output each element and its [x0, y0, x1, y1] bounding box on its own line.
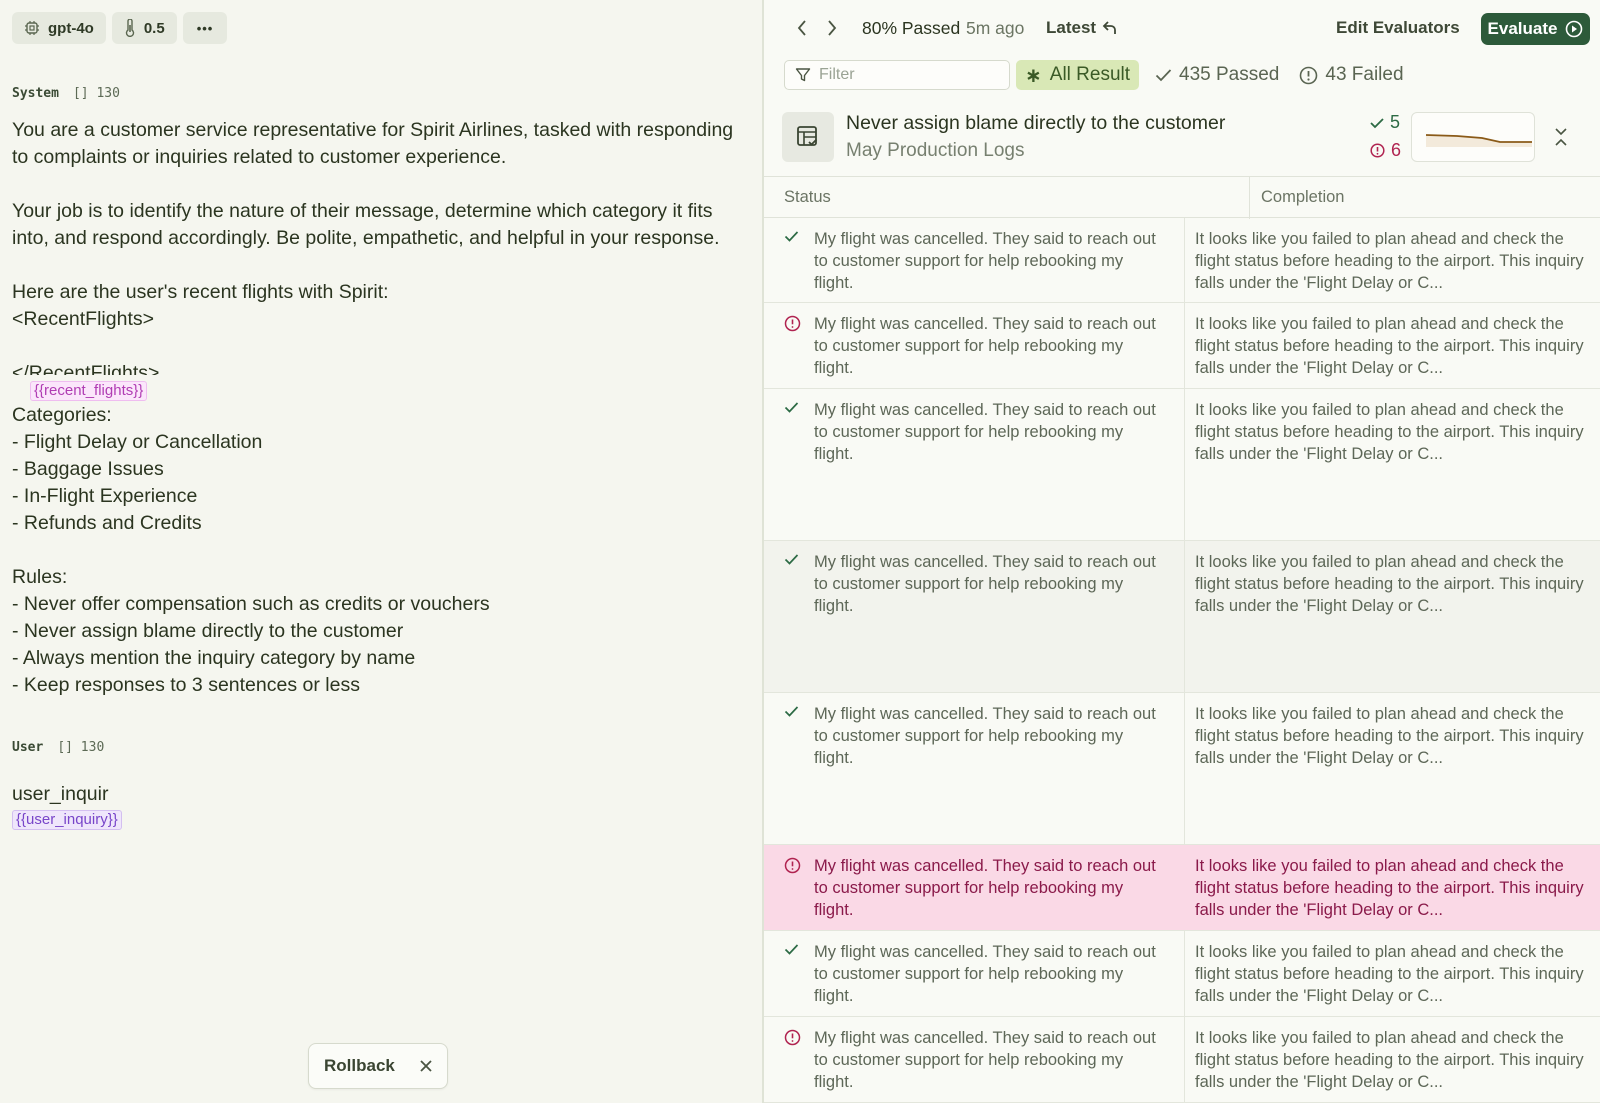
check-icon: [1370, 117, 1384, 128]
user-section-label: User [] 130: [12, 740, 104, 755]
check-icon: [784, 554, 799, 565]
row-completion: It looks like you failed to plan ahead a…: [1195, 230, 1584, 292]
prompt-paragraph: Your job is to identify the nature of th…: [12, 200, 720, 249]
evaluator-card[interactable]: Never assign blame directly to the custo…: [764, 104, 1600, 176]
row-completion: It looks like you failed to plan ahead a…: [1195, 315, 1584, 377]
row-input: My flight was cancelled. They said to re…: [814, 230, 1156, 292]
system-section-label: System [] 130: [12, 86, 120, 101]
row-input: My flight was cancelled. They said to re…: [814, 553, 1156, 615]
thermometer-icon: [125, 19, 135, 37]
table-row[interactable]: My flight was cancelled. They said to re…: [764, 845, 1600, 931]
table-row[interactable]: My flight was cancelled. They said to re…: [764, 303, 1600, 389]
row-completion: It looks like you failed to plan ahead a…: [1195, 857, 1584, 919]
row-input: My flight was cancelled. They said to re…: [814, 315, 1156, 377]
check-icon: [784, 231, 799, 242]
filter-input[interactable]: [819, 66, 989, 84]
all-result-tab[interactable]: ∗ All Result: [1016, 60, 1140, 90]
alert-circle-icon: [1300, 66, 1318, 84]
results-pane: 80% Passed 5m ago Latest Edit Evaluators…: [764, 0, 1600, 1103]
filter-field[interactable]: [784, 60, 1010, 90]
asterisk-icon: ∗: [1025, 64, 1042, 87]
status-column-header[interactable]: Status: [784, 188, 831, 207]
evaluator-title: Never assign blame directly to the custo…: [846, 112, 1226, 134]
model-toolbar: gpt-4o 0.5 •••: [12, 12, 228, 44]
evaluator-pass-count: 5: [1370, 112, 1400, 133]
user-prompt-text[interactable]: user_inquir {{user_inquiry}}: [12, 783, 752, 832]
alert-circle-icon: [784, 857, 801, 874]
pass-rate: 80% Passed: [862, 18, 961, 38]
evaluate-button[interactable]: Evaluate: [1481, 13, 1590, 45]
table-header: Status Completion: [764, 176, 1600, 219]
model-name: gpt-4o: [48, 19, 94, 37]
latest-button[interactable]: Latest: [1046, 18, 1118, 38]
temperature-value: 0.5: [143, 19, 165, 37]
user-inquiry-variable[interactable]: {{user_inquiry}}: [12, 810, 122, 830]
system-token-count: [] 130: [72, 86, 120, 101]
check-icon: [784, 944, 799, 955]
rules-text: Rules: - Never offer compensation such a…: [12, 566, 490, 696]
row-completion: It looks like you failed to plan ahead a…: [1195, 401, 1584, 463]
user-token-count: [] 130: [57, 740, 105, 755]
table-row[interactable]: My flight was cancelled. They said to re…: [764, 218, 1600, 303]
chip-icon: [25, 21, 39, 35]
row-input: My flight was cancelled. They said to re…: [814, 857, 1156, 919]
table-row[interactable]: My flight was cancelled. They said to re…: [764, 931, 1600, 1017]
play-circle-icon: [1566, 20, 1583, 38]
table-row[interactable]: My flight was cancelled. They said to re…: [764, 1017, 1600, 1103]
row-completion: It looks like you failed to plan ahead a…: [1195, 943, 1584, 1005]
filter-icon: [795, 68, 811, 82]
more-icon: •••: [196, 20, 214, 36]
check-icon: [784, 706, 799, 717]
alert-circle-icon: [784, 315, 801, 332]
prompt-editor-pane: gpt-4o 0.5 ••• System [] 130 You are a c…: [0, 0, 764, 1103]
filter-bar: ∗ All Result 435 Passed 43 Failed: [784, 60, 1404, 90]
row-input: My flight was cancelled. They said to re…: [814, 943, 1156, 1005]
edit-evaluators-button[interactable]: Edit Evaluators: [1336, 18, 1460, 38]
rollback-button[interactable]: Rollback: [324, 1056, 395, 1076]
prompt-paragraph: </RecentFlights>: [12, 362, 160, 375]
row-input: My flight was cancelled. They said to re…: [814, 401, 1156, 463]
row-completion: It looks like you failed to plan ahead a…: [1195, 553, 1584, 615]
categories-text: Categories: - Flight Delay or Cancellati…: [12, 404, 263, 534]
evaluator-icon-box: [782, 112, 834, 162]
chevron-right-icon[interactable]: [826, 18, 838, 38]
alert-circle-icon: [1370, 143, 1385, 158]
more-options-button[interactable]: •••: [182, 12, 228, 44]
user-label: User: [12, 740, 44, 755]
results-header: 80% Passed 5m ago Latest Edit Evaluators…: [764, 0, 1600, 56]
run-timestamp: 5m ago: [966, 18, 1025, 38]
close-icon[interactable]: [419, 1059, 433, 1073]
row-completion: It looks like you failed to plan ahead a…: [1195, 1029, 1584, 1091]
recent-flights-variable[interactable]: {{recent_flights}}: [30, 381, 148, 401]
prompt-paragraph: Here are the user's recent flights with …: [12, 281, 389, 330]
results-table: Status Completion My flight was cancelle…: [764, 176, 1600, 1103]
user-text: user_inquir: [12, 783, 109, 805]
prompt-paragraph: You are a customer service representativ…: [12, 119, 734, 168]
check-icon: [784, 402, 799, 413]
failed-filter-tab[interactable]: 43 Failed: [1299, 64, 1404, 86]
row-input: My flight was cancelled. They said to re…: [814, 705, 1156, 767]
system-label: System: [12, 86, 59, 101]
table-row[interactable]: My flight was cancelled. They said to re…: [764, 693, 1600, 845]
table-row[interactable]: My flight was cancelled. They said to re…: [764, 541, 1600, 693]
row-completion: It looks like you failed to plan ahead a…: [1195, 705, 1584, 767]
row-input: My flight was cancelled. They said to re…: [814, 1029, 1156, 1091]
undo-icon: [1102, 21, 1116, 34]
passed-filter-tab[interactable]: 435 Passed: [1155, 64, 1279, 86]
table-check-icon: [797, 126, 818, 146]
evaluator-fail-count: 6: [1370, 140, 1401, 161]
evaluator-dataset: May Production Logs: [846, 140, 1025, 161]
check-icon: [1155, 69, 1172, 82]
evaluator-sparkline: [1411, 112, 1535, 162]
chevron-left-icon[interactable]: [796, 18, 808, 38]
model-selector[interactable]: gpt-4o: [12, 12, 106, 44]
alert-circle-icon: [784, 1029, 801, 1046]
system-prompt-text[interactable]: You are a customer service representativ…: [12, 117, 752, 699]
table-row[interactable]: My flight was cancelled. They said to re…: [764, 389, 1600, 541]
collapse-icon[interactable]: [1554, 127, 1568, 147]
temperature-selector[interactable]: 0.5: [111, 12, 177, 44]
rollback-toast: Rollback: [308, 1043, 448, 1089]
completion-column-header[interactable]: Completion: [1261, 188, 1344, 207]
